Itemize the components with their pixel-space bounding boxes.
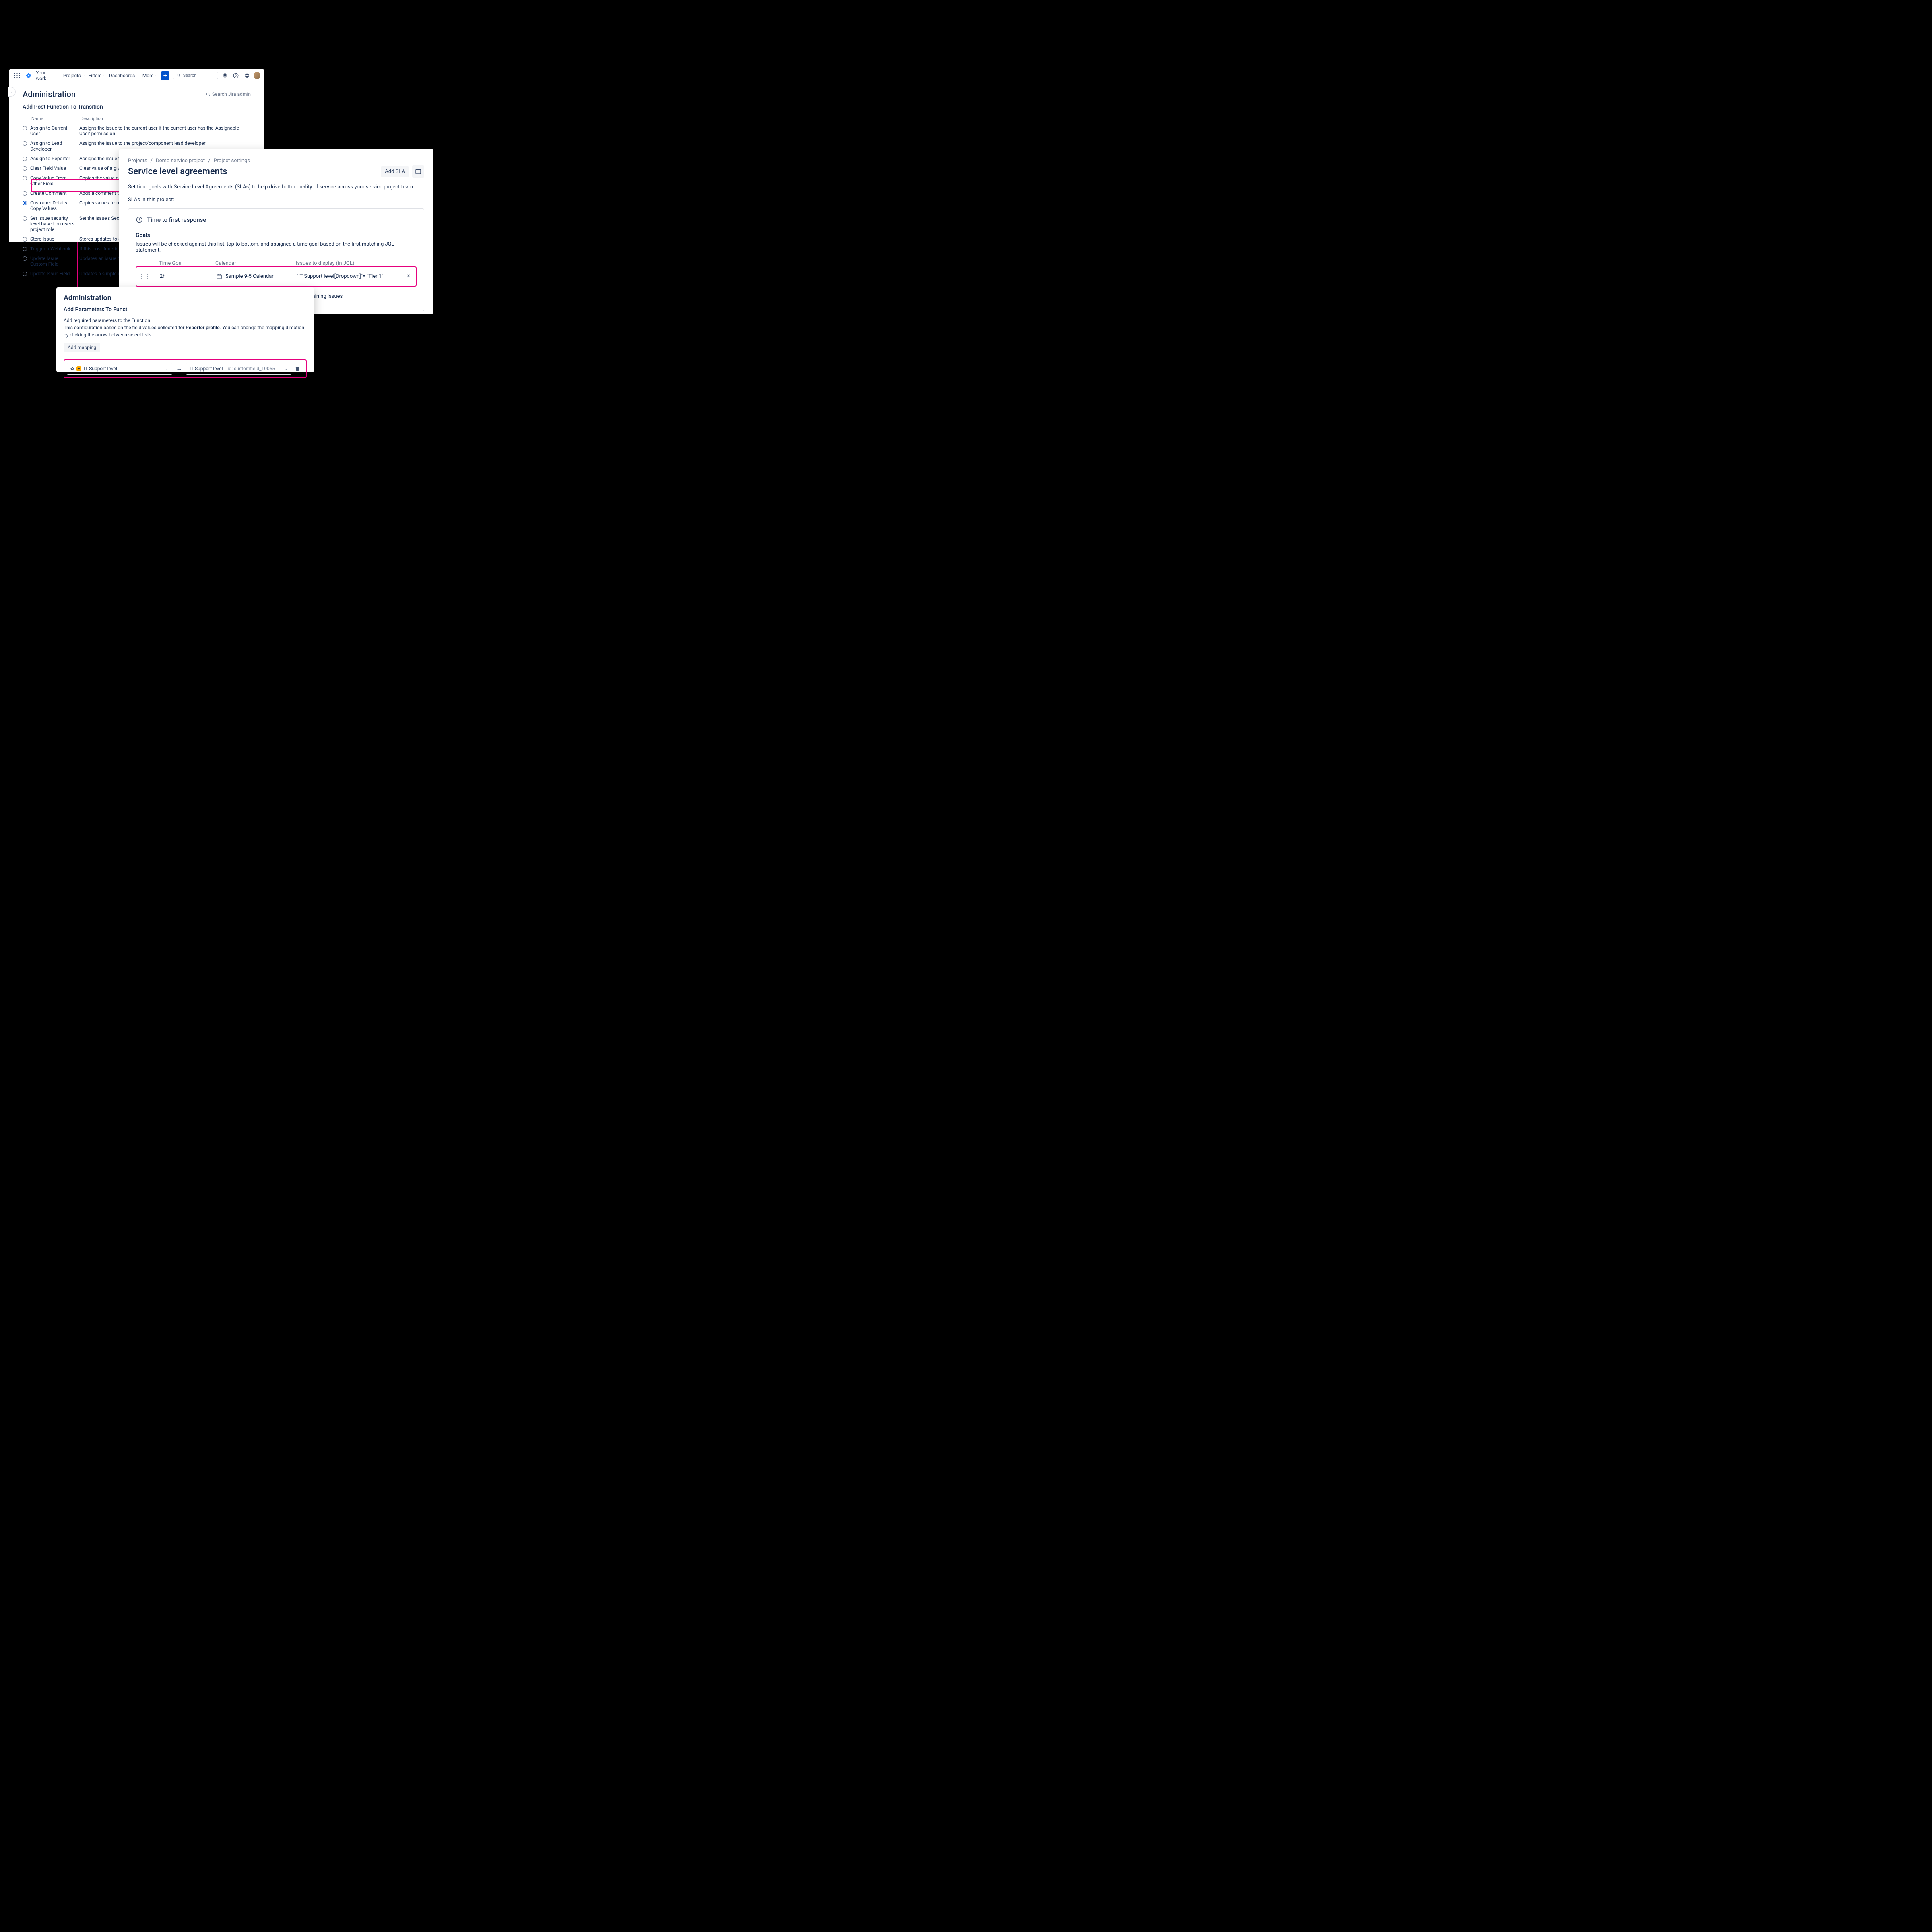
radio-icon[interactable] — [23, 216, 27, 221]
col-jql: Issues to display (in JQL) — [296, 260, 417, 266]
nav-your-work[interactable]: Your work⌄ — [36, 70, 60, 81]
target-field-id: id: customfield_10055 — [228, 366, 275, 372]
goal-jql: "IT Support level[Dropdown]"= "Tier 1" — [297, 273, 404, 279]
col-desc: Description — [80, 116, 251, 121]
gear-icon: ✿ — [70, 366, 74, 372]
page-title: Administration — [64, 294, 307, 302]
global-nav: Your work⌄ Projects⌄ Filters⌄ Dashboards… — [9, 69, 264, 82]
function-row[interactable]: Assign to Current UserAssigns the issue … — [23, 123, 251, 138]
field-type-icon: ▾ — [76, 366, 81, 371]
radio-icon[interactable] — [23, 191, 27, 196]
delete-mapping-icon[interactable] — [295, 366, 303, 372]
sla-name: Time to first response — [147, 216, 206, 223]
function-name: Update Issue Custom Field — [30, 256, 79, 267]
notifications-icon[interactable] — [221, 72, 229, 80]
radio-icon[interactable] — [23, 176, 27, 180]
radio-icon[interactable] — [23, 201, 27, 205]
chevron-down-icon: ⌄ — [285, 367, 288, 371]
function-name: Trigger a Webhook — [30, 246, 79, 252]
page-title: Administration — [23, 89, 76, 99]
breadcrumb: Projects/ Demo service project/ Project … — [128, 158, 424, 164]
subtitle: Add Post Function To Transition — [23, 104, 251, 110]
radio-icon[interactable] — [23, 157, 27, 161]
target-field-label: IT Support level — [190, 366, 223, 372]
goals-label: Goals — [136, 232, 417, 239]
function-name: Create Comment — [30, 190, 79, 196]
sla-intro: Set time goals with Service Level Agreem… — [128, 183, 424, 191]
function-name: Store Issue — [30, 236, 79, 242]
crumb-demo[interactable]: Demo service project — [156, 158, 205, 164]
sla-calendar-icon[interactable] — [412, 165, 424, 178]
function-name: Clear Field Value — [30, 165, 79, 171]
chevron-down-icon: ⌄ — [165, 367, 169, 371]
search-icon — [176, 73, 181, 78]
radio-icon[interactable] — [23, 126, 27, 130]
radio-icon[interactable] — [23, 237, 27, 242]
create-button[interactable]: + — [161, 71, 169, 80]
panel-parameters: Administration Add Parameters To Funct A… — [56, 287, 314, 372]
radio-icon[interactable] — [23, 256, 27, 261]
function-name: Assign to Lead Developer — [30, 140, 79, 152]
add-mapping-button[interactable]: Add mapping — [64, 343, 100, 352]
crumb-projects[interactable]: Projects — [128, 158, 147, 164]
jira-logo-icon[interactable] — [25, 71, 33, 80]
col-name: Name — [31, 116, 80, 121]
function-name: Set issue security level based on user's… — [30, 215, 79, 232]
target-field-select[interactable]: IT Support level id: customfield_10055 ⌄ — [186, 363, 291, 375]
source-field-label: IT Support level — [84, 366, 117, 372]
goal-time: 2h — [160, 273, 216, 279]
subtitle: Add Parameters To Funct — [64, 306, 307, 313]
global-search[interactable]: Search — [173, 72, 218, 79]
function-name: Assign to Reporter — [30, 156, 79, 161]
settings-icon[interactable] — [243, 72, 250, 80]
source-field-select[interactable]: ✿ ▾ IT Support level ⌄ — [67, 363, 172, 375]
nav-dashboards[interactable]: Dashboards⌄ — [109, 73, 139, 78]
function-name: Assign to Current User — [30, 125, 79, 136]
search-icon — [206, 92, 211, 97]
function-desc: Assigns the issue to the current user if… — [79, 125, 251, 136]
radio-icon[interactable] — [23, 166, 27, 171]
nav-projects[interactable]: Projects⌄ — [63, 73, 85, 78]
params-description: Add required parameters to the Function.… — [64, 317, 307, 339]
function-name: Customer Details - Copy Values — [30, 200, 79, 211]
function-name: Copy Value From Other Field — [30, 175, 79, 186]
nav-filters[interactable]: Filters⌄ — [88, 73, 106, 78]
col-calendar: Calendar — [215, 260, 296, 266]
app-switcher-icon[interactable] — [13, 71, 21, 80]
sla-page-title: Service level agreements — [128, 167, 227, 177]
col-time: Time Goal — [159, 260, 215, 266]
help-icon[interactable]: ? — [232, 72, 240, 80]
svg-text:?: ? — [235, 74, 237, 77]
mapping-row: ✿ ▾ IT Support level ⌄ → IT Support leve… — [64, 359, 307, 378]
function-desc: Assigns the issue to the project/compone… — [79, 140, 251, 146]
clock-icon — [136, 216, 143, 223]
drag-handle-icon[interactable]: ⋮⋮ — [139, 273, 149, 280]
direction-arrow-icon[interactable]: → — [175, 365, 183, 372]
function-name: Update Issue Field — [30, 271, 79, 277]
crumb-settings[interactable]: Project settings — [213, 158, 250, 164]
search-admin[interactable]: Search Jira admin — [206, 91, 251, 97]
radio-icon[interactable] — [23, 247, 27, 251]
nav-more[interactable]: More⌄ — [142, 73, 158, 78]
goals-desc: Issues will be checked against this list… — [136, 241, 417, 253]
user-avatar[interactable] — [254, 72, 260, 79]
remove-goal-icon[interactable]: ✕ — [404, 273, 413, 279]
sla-goal-row[interactable]: ⋮⋮ 2h Sample 9-5 Calendar "IT Support le… — [136, 266, 417, 287]
radio-icon[interactable] — [23, 141, 27, 146]
goal-calendar: Sample 9-5 Calendar — [225, 273, 274, 279]
add-sla-button[interactable]: Add SLA — [381, 166, 409, 177]
sla-in-project-label: SLAs in this project: — [128, 197, 424, 203]
calendar-icon — [216, 273, 222, 279]
radio-icon[interactable] — [23, 272, 27, 276]
